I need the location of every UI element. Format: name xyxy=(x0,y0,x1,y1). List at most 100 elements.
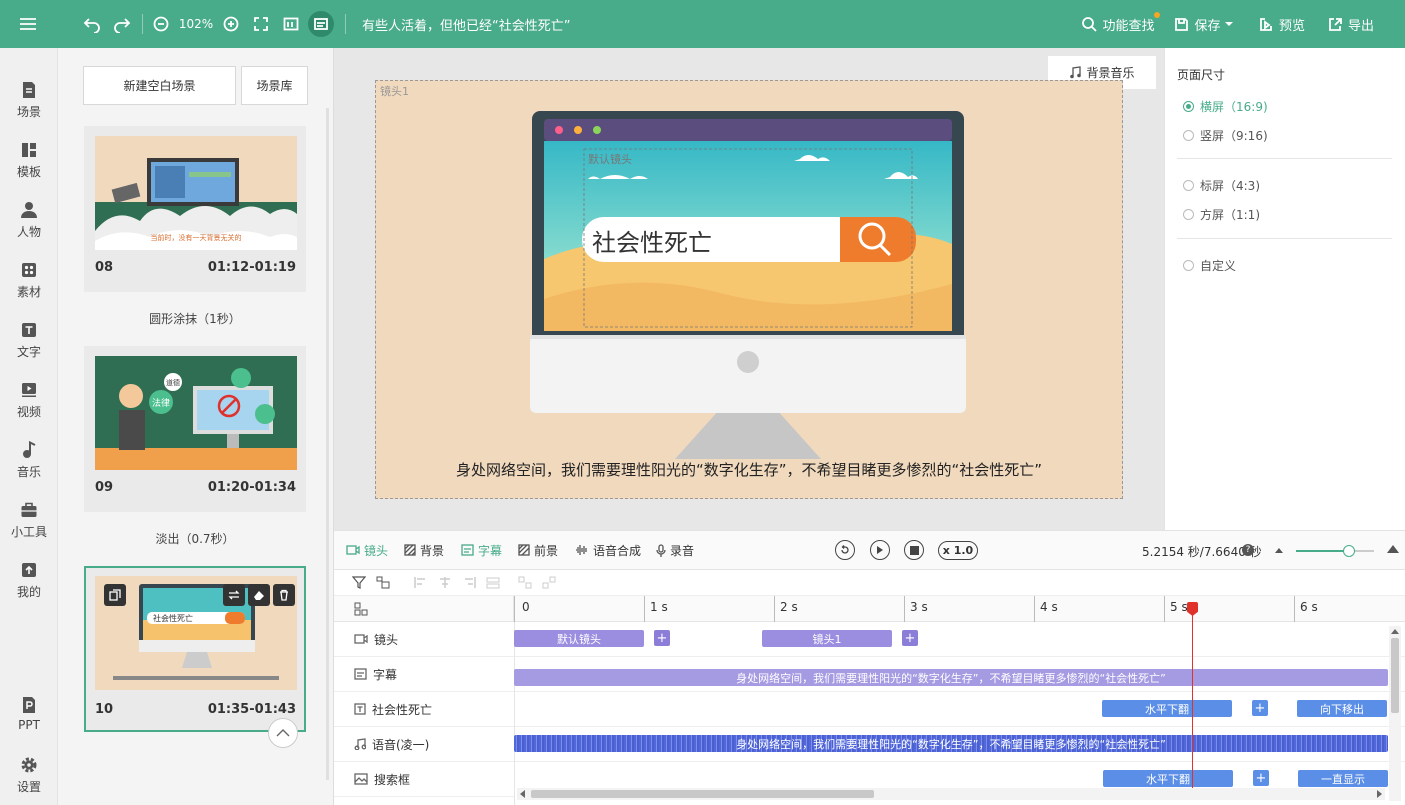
nav-ppt[interactable]: PPT xyxy=(0,696,58,752)
speed-button[interactable]: x 1.0 xyxy=(938,541,978,560)
clip-search-loop[interactable]: 一直显示 xyxy=(1298,770,1388,787)
swap-icon[interactable] xyxy=(223,584,245,606)
timeline-zoom-slider[interactable] xyxy=(1296,545,1374,557)
thumb-caption: 当前时，没有一天背景无关的 xyxy=(151,233,242,242)
clip-subtitle[interactable]: 身处网络空间，我们需要理性阳光的“数字化生存”，不希望目睹更多惨烈的“社会性死亡… xyxy=(514,669,1388,686)
radio-square[interactable]: 方屏（1:1) xyxy=(1183,206,1260,223)
tab-subtitle[interactable]: 字幕 xyxy=(461,530,502,570)
filter-icon[interactable] xyxy=(352,576,366,589)
scene-transition[interactable]: 淡出（0.7秒） xyxy=(84,530,306,547)
ruler-label: 0 xyxy=(522,600,530,614)
clip-text-in[interactable]: 水平下翻 xyxy=(1102,700,1232,717)
zoom-in-icon[interactable] xyxy=(220,0,242,48)
nav-template[interactable]: 模板 xyxy=(0,141,58,197)
tab-foreground[interactable]: 前景 xyxy=(518,530,558,570)
nav-video[interactable]: 视频 xyxy=(0,381,58,437)
nav-mine[interactable]: 我的 xyxy=(0,561,58,617)
subtitle-mode-icon[interactable] xyxy=(308,0,334,48)
stage[interactable]: 镜头1 默认镜头 社会性死亡 身处网络空间，我们需要理性阳光的“数字化生存”，不… xyxy=(375,80,1123,499)
preview-icon xyxy=(1260,17,1272,31)
redo-icon[interactable] xyxy=(110,0,134,48)
track-search-box[interactable]: 搜索框 xyxy=(334,762,514,797)
scroll-up-button[interactable] xyxy=(268,718,298,748)
nav-music[interactable]: 音乐 xyxy=(0,441,58,497)
fullscreen-icon[interactable] xyxy=(250,0,272,48)
track-subtitle[interactable]: 字幕 xyxy=(334,657,514,692)
scene-scrollbar[interactable] xyxy=(326,108,329,780)
track-layout-icon[interactable] xyxy=(354,602,368,616)
stop-icon[interactable] xyxy=(904,540,924,560)
playhead[interactable] xyxy=(1187,602,1198,790)
radio-portrait[interactable]: 竖屏（9:16) xyxy=(1183,127,1268,144)
nav-settings[interactable]: 设置 xyxy=(0,756,58,805)
scene-transition[interactable]: 圆形涂抹（1秒） xyxy=(84,310,306,327)
tab-tts[interactable]: 语音合成 xyxy=(575,530,641,570)
thumb-search-text: 社会性死亡 xyxy=(153,613,193,623)
layer-icon[interactable] xyxy=(376,576,390,589)
tab-record[interactable]: 录音 xyxy=(656,530,694,570)
clip-search-in[interactable]: 水平下翻 xyxy=(1103,770,1233,787)
nav-material[interactable]: 素材 xyxy=(0,261,58,317)
clip-default-shot[interactable]: 默认镜头 xyxy=(514,630,644,647)
nav-mine-label: 我的 xyxy=(16,585,41,599)
add-clip-button[interactable]: + xyxy=(1252,700,1268,716)
subtitle-text[interactable]: 身处网络空间，我们需要理性阳光的“数字化生存”，不希望目睹更多惨烈的“社会性死亡… xyxy=(376,459,1122,480)
project-title[interactable]: 有些人活着，但他已经“社会性死亡” xyxy=(362,0,570,48)
export-button[interactable]: 导出 xyxy=(1326,0,1376,48)
time-ruler[interactable]: 0 1 s 2 s 3 s 4 s 5 s 6 s xyxy=(514,596,1405,622)
chevron-down-icon xyxy=(1224,22,1233,26)
radio-standard[interactable]: 标屏（4:3) xyxy=(1183,177,1260,194)
save-button[interactable]: 保存 xyxy=(1173,0,1235,48)
scene-icon xyxy=(23,82,35,98)
scene-time: 01:12-01:19 xyxy=(207,260,296,275)
export-label: 导出 xyxy=(1347,18,1374,34)
text-icon xyxy=(354,703,366,715)
nav-tools[interactable]: 小工具 xyxy=(0,501,58,557)
add-clip-button[interactable]: + xyxy=(654,630,670,646)
track-shot[interactable]: 镜头 xyxy=(334,622,514,657)
timeline-horizontal-scrollbar[interactable] xyxy=(517,788,1385,800)
clip-text-out[interactable]: 向下移出 xyxy=(1297,700,1387,717)
radio-custom[interactable]: 自定义 xyxy=(1183,257,1236,274)
track-voice[interactable]: 语音(凌一) xyxy=(334,727,514,762)
add-clip-button[interactable]: + xyxy=(1253,770,1269,786)
actual-size-icon[interactable] xyxy=(280,0,302,48)
chevron-up-icon xyxy=(276,729,290,737)
replay-icon[interactable] xyxy=(835,540,855,560)
radio-landscape[interactable]: 横屏（16:9) xyxy=(1183,98,1268,115)
search-box-text[interactable]: 社会性死亡 xyxy=(592,223,712,258)
scene-card-10[interactable]: 社会性死亡 10 01:35-01:43 xyxy=(84,566,306,732)
tab-background[interactable]: 背景 xyxy=(404,530,444,570)
help-icon[interactable]: ? xyxy=(1242,544,1254,556)
scene-card-08[interactable]: 当前时，没有一天背景无关的 08 01:12-01:19 xyxy=(84,126,306,292)
new-blank-scene-button[interactable]: 新建空白场景 xyxy=(83,66,236,105)
clip-voice[interactable]: 身处网络空间，我们需要理性阳光的“数字化生存”，不希望目睹更多惨烈的“社会性死亡… xyxy=(514,735,1388,752)
nav-scene[interactable]: 场景 xyxy=(0,81,58,137)
preview-button[interactable]: 预览 xyxy=(1257,0,1307,48)
distribute-icon xyxy=(486,577,500,589)
timeline-vertical-scrollbar[interactable] xyxy=(1389,626,1401,801)
zoom-in-timeline-icon[interactable] xyxy=(1386,544,1400,554)
eraser-icon[interactable] xyxy=(248,584,270,606)
zoom-out-icon[interactable] xyxy=(150,0,172,48)
zoom-out-timeline-icon[interactable] xyxy=(1274,546,1284,554)
delete-icon[interactable] xyxy=(273,584,295,606)
track-text[interactable]: 社会性死亡 xyxy=(334,692,514,727)
feature-search-button[interactable]: 功能查找 xyxy=(1078,0,1160,48)
slider-handle[interactable] xyxy=(1343,545,1355,557)
subtitle-icon xyxy=(354,668,367,680)
camera-icon xyxy=(354,634,368,644)
clip-shot-1[interactable]: 镜头1 xyxy=(762,630,892,647)
copy-icon[interactable] xyxy=(104,584,126,606)
undo-icon[interactable] xyxy=(80,0,104,48)
nav-character[interactable]: 人物 xyxy=(0,201,58,257)
nav-text[interactable]: 文字 xyxy=(0,321,58,377)
tab-shot[interactable]: 镜头 xyxy=(346,530,388,570)
play-icon[interactable] xyxy=(870,540,890,560)
menu-icon[interactable] xyxy=(10,0,46,48)
scene-card-09[interactable]: 法律 道德 09 01:20-01:34 xyxy=(84,346,306,512)
text-icon xyxy=(22,323,36,337)
add-clip-button[interactable]: + xyxy=(902,630,918,646)
scene-time: 01:20-01:34 xyxy=(207,480,296,495)
scene-library-button[interactable]: 场景库 xyxy=(241,66,308,105)
